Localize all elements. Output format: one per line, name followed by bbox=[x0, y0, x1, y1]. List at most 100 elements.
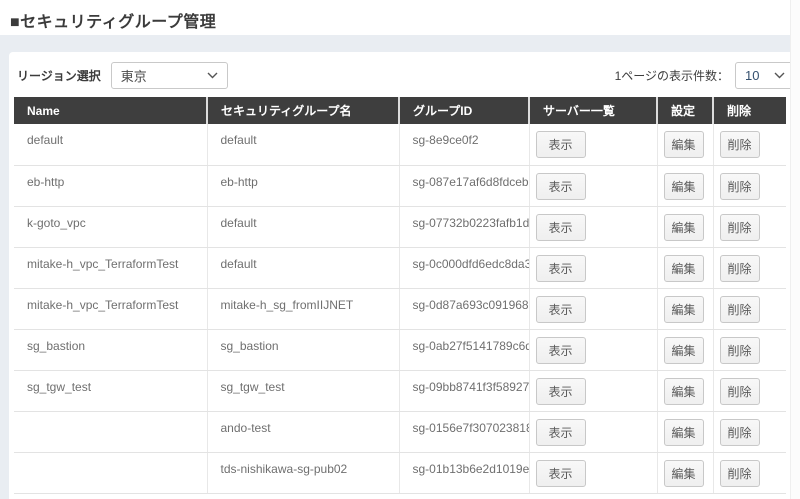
region-select-group: リージョン選択 東京 bbox=[17, 62, 228, 89]
table-header-row: Name セキュリティグループ名 グループID サーバー一覧 設定 削除 bbox=[14, 97, 786, 124]
cell-delete: 削除 bbox=[713, 288, 786, 329]
column-header-name: Name bbox=[14, 97, 207, 124]
cell-delete: 削除 bbox=[713, 165, 786, 206]
column-header-delete: 削除 bbox=[713, 97, 786, 124]
region-select[interactable]: 東京 bbox=[111, 62, 228, 89]
cell-server-list: 表示 bbox=[529, 452, 657, 493]
cell-settings: 編集 bbox=[657, 124, 713, 165]
delete-button[interactable]: 削除 bbox=[720, 255, 760, 282]
cell-name: k-goto_vpc bbox=[14, 206, 207, 247]
edit-button[interactable]: 編集 bbox=[664, 296, 704, 323]
cell-group-id: sg-0d87a693c091968c8 bbox=[399, 288, 529, 329]
table-row: mitake-h_vpc_TerraformTest default sg-0c… bbox=[14, 247, 786, 288]
cell-name: eb-http bbox=[14, 165, 207, 206]
delete-button[interactable]: 削除 bbox=[720, 173, 760, 200]
chevron-down-icon bbox=[207, 72, 218, 79]
table-row: ando-test sg-0156e7f307023818c 表示 編集 削除 bbox=[14, 411, 786, 452]
cell-name: mitake-h_vpc_TerraformTest bbox=[14, 288, 207, 329]
cell-delete: 削除 bbox=[713, 247, 786, 288]
table-controls: リージョン選択 東京 1ページの表示件数： 10 bbox=[9, 62, 796, 89]
cell-delete: 削除 bbox=[713, 370, 786, 411]
cell-group-id: sg-07732b0223fafb1df bbox=[399, 206, 529, 247]
edit-button[interactable]: 編集 bbox=[664, 337, 704, 364]
show-servers-button[interactable]: 表示 bbox=[536, 131, 586, 158]
table-row: default default sg-8e9ce0f2 表示 編集 削除 bbox=[14, 124, 786, 165]
column-header-group-id: グループID bbox=[399, 97, 529, 124]
cell-name: sg_bastion bbox=[14, 329, 207, 370]
cell-group-name: default bbox=[207, 247, 399, 288]
cell-settings: 編集 bbox=[657, 452, 713, 493]
cell-server-list: 表示 bbox=[529, 165, 657, 206]
column-header-settings: 設定 bbox=[657, 97, 713, 124]
security-group-table: Name セキュリティグループ名 グループID サーバー一覧 設定 削除 def… bbox=[14, 97, 786, 494]
table-body: default default sg-8e9ce0f2 表示 編集 削除 eb-… bbox=[14, 124, 786, 493]
cell-group-id: sg-09bb8741f3f589273 bbox=[399, 370, 529, 411]
show-servers-button[interactable]: 表示 bbox=[536, 460, 586, 487]
cell-group-name: eb-http bbox=[207, 165, 399, 206]
page-size-group: 1ページの表示件数： 10 bbox=[615, 62, 795, 89]
delete-button[interactable]: 削除 bbox=[720, 214, 760, 241]
column-header-group-name: セキュリティグループ名 bbox=[207, 97, 399, 124]
show-servers-button[interactable]: 表示 bbox=[536, 419, 586, 446]
page-title: ■セキュリティグループ管理 bbox=[10, 8, 800, 32]
cell-server-list: 表示 bbox=[529, 370, 657, 411]
cell-group-name: tds-nishikawa-sg-pub02 bbox=[207, 452, 399, 493]
edit-button[interactable]: 編集 bbox=[664, 214, 704, 241]
delete-button[interactable]: 削除 bbox=[720, 419, 760, 446]
cell-delete: 削除 bbox=[713, 452, 786, 493]
page-size-value: 10 bbox=[745, 68, 759, 83]
cell-name bbox=[14, 411, 207, 452]
delete-button[interactable]: 削除 bbox=[720, 378, 760, 405]
show-servers-button[interactable]: 表示 bbox=[536, 378, 586, 405]
show-servers-button[interactable]: 表示 bbox=[536, 296, 586, 323]
chevron-down-icon bbox=[774, 72, 785, 79]
page-size-select[interactable]: 10 bbox=[735, 62, 795, 89]
cell-group-id: sg-8e9ce0f2 bbox=[399, 124, 529, 165]
cell-settings: 編集 bbox=[657, 411, 713, 452]
cell-group-id: sg-0c000dfd6edc8da31 bbox=[399, 247, 529, 288]
cell-server-list: 表示 bbox=[529, 124, 657, 165]
cell-name: mitake-h_vpc_TerraformTest bbox=[14, 247, 207, 288]
cell-group-id: sg-087e17af6d8fdceb2 bbox=[399, 165, 529, 206]
delete-button[interactable]: 削除 bbox=[720, 460, 760, 487]
edit-button[interactable]: 編集 bbox=[664, 460, 704, 487]
cell-settings: 編集 bbox=[657, 206, 713, 247]
cell-delete: 削除 bbox=[713, 206, 786, 247]
title-bar: ■セキュリティグループ管理 bbox=[0, 0, 800, 35]
delete-button[interactable]: 削除 bbox=[720, 131, 760, 158]
cell-group-id: sg-0156e7f307023818c bbox=[399, 411, 529, 452]
column-header-server-list: サーバー一覧 bbox=[529, 97, 657, 124]
cell-group-name: sg_bastion bbox=[207, 329, 399, 370]
vertical-scrollbar[interactable] bbox=[790, 0, 800, 499]
show-servers-button[interactable]: 表示 bbox=[536, 173, 586, 200]
region-select-label: リージョン選択 bbox=[17, 67, 101, 84]
edit-button[interactable]: 編集 bbox=[664, 173, 704, 200]
edit-button[interactable]: 編集 bbox=[664, 131, 704, 158]
cell-group-name: ando-test bbox=[207, 411, 399, 452]
table-row: k-goto_vpc default sg-07732b0223fafb1df … bbox=[14, 206, 786, 247]
edit-button[interactable]: 編集 bbox=[664, 255, 704, 282]
cell-group-name: default bbox=[207, 206, 399, 247]
security-group-panel: リージョン選択 東京 1ページの表示件数： 10 bbox=[9, 52, 796, 499]
cell-group-name: mitake-h_sg_fromIIJNET bbox=[207, 288, 399, 329]
delete-button[interactable]: 削除 bbox=[720, 296, 760, 323]
show-servers-button[interactable]: 表示 bbox=[536, 255, 586, 282]
cell-server-list: 表示 bbox=[529, 206, 657, 247]
cell-settings: 編集 bbox=[657, 165, 713, 206]
edit-button[interactable]: 編集 bbox=[664, 419, 704, 446]
show-servers-button[interactable]: 表示 bbox=[536, 214, 586, 241]
table-row: tds-nishikawa-sg-pub02 sg-01b13b6e2d1019… bbox=[14, 452, 786, 493]
edit-button[interactable]: 編集 bbox=[664, 378, 704, 405]
cell-server-list: 表示 bbox=[529, 247, 657, 288]
cell-server-list: 表示 bbox=[529, 329, 657, 370]
cell-server-list: 表示 bbox=[529, 411, 657, 452]
table-row: sg_tgw_test sg_tgw_test sg-09bb8741f3f58… bbox=[14, 370, 786, 411]
cell-delete: 削除 bbox=[713, 329, 786, 370]
delete-button[interactable]: 削除 bbox=[720, 337, 760, 364]
cell-delete: 削除 bbox=[713, 411, 786, 452]
table-row: mitake-h_vpc_TerraformTest mitake-h_sg_f… bbox=[14, 288, 786, 329]
show-servers-button[interactable]: 表示 bbox=[536, 337, 586, 364]
cell-settings: 編集 bbox=[657, 288, 713, 329]
cell-group-name: default bbox=[207, 124, 399, 165]
cell-group-name: sg_tgw_test bbox=[207, 370, 399, 411]
